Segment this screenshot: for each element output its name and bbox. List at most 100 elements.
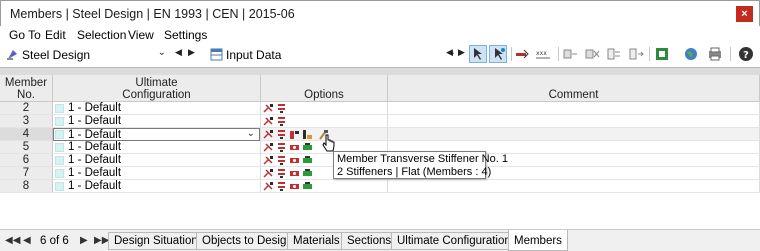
options-icon	[303, 156, 312, 163]
config-value: 1 - Default	[68, 154, 122, 166]
move-row-icon[interactable]	[628, 46, 644, 62]
options-icon	[263, 117, 273, 126]
options-cell[interactable]	[261, 115, 388, 128]
sheet-tabs: ◀◀ ◀ 6 of 6 ▶ ▶▶ Design Situations Objec…	[0, 229, 760, 251]
config-cell[interactable]: 1 - Default	[0, 102, 261, 115]
first-tab-button[interactable]: ◀◀	[5, 235, 20, 246]
tab-sections[interactable]: Sections	[341, 232, 398, 250]
member-no: 4	[0, 128, 53, 141]
config-cell[interactable]: 1 - Default	[0, 180, 261, 193]
config-swatch	[55, 156, 64, 165]
menu-view[interactable]: View	[128, 28, 154, 42]
pointer-icon	[474, 48, 482, 60]
options-icon	[278, 104, 285, 113]
comment-cell[interactable]	[388, 180, 760, 193]
options-icon	[290, 145, 299, 150]
options-icon	[278, 169, 285, 178]
copy-row-icon[interactable]	[606, 46, 622, 62]
svg-text:?: ?	[743, 50, 749, 61]
config-value: 1 - Default	[68, 115, 122, 127]
globe-icon[interactable]	[683, 46, 699, 62]
close-button[interactable]: ×	[736, 6, 753, 22]
col-member-no[interactable]: Member No.	[0, 75, 53, 102]
tooltip: Member Transverse Stiffener No. 1 2 Stif…	[333, 151, 508, 179]
tab-materials[interactable]: Materials	[287, 232, 346, 250]
table-combo-label: Input Data	[226, 48, 282, 62]
options-icon	[303, 143, 312, 150]
table-row[interactable]: 3 1 - Default	[0, 115, 760, 128]
options-icon	[290, 131, 299, 139]
next-table-button[interactable]: ▶	[458, 47, 465, 58]
table-row-selected[interactable]: 4 1 - Default ⌄	[0, 128, 760, 141]
members-table: Member No. Ultimate Configuration Option…	[0, 67, 760, 230]
options-cell[interactable]	[261, 102, 388, 115]
print-icon[interactable]	[707, 46, 723, 62]
tab-objects-to-design[interactable]: Objects to Design	[196, 232, 299, 250]
module-combo-label: Steel Design	[22, 48, 91, 62]
values-icon[interactable]: xxx	[535, 46, 551, 62]
tab-count: 6 of 6	[40, 235, 69, 247]
config-select[interactable]: 1 - Default ⌄	[53, 128, 260, 141]
table-combo[interactable]: Input Data ⌄	[206, 45, 460, 63]
prev-tab-button[interactable]: ◀	[23, 235, 31, 246]
help-icon[interactable]: ?	[738, 46, 754, 62]
options-icon	[263, 130, 273, 139]
options-icon	[263, 169, 273, 178]
insert-row-icon[interactable]	[562, 46, 578, 62]
display-icon[interactable]	[514, 46, 530, 62]
config-swatch	[55, 104, 64, 113]
config-value: 1 - Default	[68, 102, 122, 114]
options-cell[interactable]	[261, 180, 388, 193]
config-cell[interactable]: 1 - Default	[0, 167, 261, 180]
table-row[interactable]: 8 1 - Default	[0, 180, 760, 193]
config-cell[interactable]: 1 - Default	[0, 154, 261, 167]
table-row[interactable]: 2 1 - Default	[0, 102, 760, 115]
config-swatch	[55, 169, 64, 178]
config-value: 1 - Default	[68, 129, 122, 141]
col-ultimate-configuration[interactable]: Ultimate Configuration	[53, 75, 261, 102]
next-button[interactable]: ▶	[188, 47, 195, 58]
options-icon	[303, 182, 312, 189]
comment-cell[interactable]	[388, 115, 760, 128]
tab-ultimate-configurations[interactable]: Ultimate Configurations	[391, 232, 523, 250]
options-icon	[278, 117, 285, 126]
config-cell[interactable]: 1 - Default	[0, 115, 261, 128]
module-combo[interactable]: Steel Design ⌄	[2, 45, 170, 63]
previous-table-button[interactable]: ◀	[446, 47, 453, 58]
toolbar: Steel Design ⌄ ◀ ▶ Input Data ⌄ ◀ ▶ xxx …	[0, 44, 760, 64]
col-options[interactable]: Options	[261, 75, 388, 102]
menu-settings[interactable]: Settings	[164, 28, 207, 42]
config-swatch	[55, 130, 64, 139]
config-value: 1 - Default	[68, 141, 122, 153]
col-comment[interactable]: Comment	[388, 75, 760, 102]
tooltip-line-1: Member Transverse Stiffener No. 1	[337, 153, 508, 165]
menu-selection[interactable]: Selection	[77, 28, 126, 42]
config-cell[interactable]: 1 - Default	[0, 141, 261, 154]
options-icon	[278, 130, 285, 139]
menu-bar: Go To Edit Selection View Settings	[0, 26, 760, 44]
options-icon	[290, 184, 299, 189]
comment-cell[interactable]	[388, 102, 760, 115]
menu-goto[interactable]: Go To	[9, 28, 41, 42]
tab-members[interactable]: Members	[508, 230, 568, 251]
options-icon	[263, 143, 273, 152]
comment-cell[interactable]	[388, 128, 760, 141]
options-icon	[278, 143, 285, 152]
menu-edit[interactable]: Edit	[45, 28, 66, 42]
options-icon	[303, 169, 312, 176]
config-swatch	[55, 117, 64, 126]
steel-design-icon	[7, 50, 17, 60]
chevron-down-icon: ⌄	[157, 47, 166, 58]
next-tab-button[interactable]: ▶	[80, 235, 88, 246]
tab-design-situations[interactable]: Design Situations	[108, 232, 210, 250]
svg-text:xxx: xxx	[536, 50, 547, 57]
delete-row-icon[interactable]	[584, 46, 600, 62]
config-value: 1 - Default	[68, 167, 122, 179]
tooltip-line-2: 2 Stiffeners | Flat (Members : 4)	[337, 166, 492, 178]
config-value: 1 - Default	[68, 180, 122, 192]
excel-icon[interactable]	[654, 46, 670, 62]
previous-button[interactable]: ◀	[175, 47, 182, 58]
config-swatch	[55, 143, 64, 152]
options-icon	[278, 182, 285, 191]
input-data-icon	[210, 48, 223, 61]
